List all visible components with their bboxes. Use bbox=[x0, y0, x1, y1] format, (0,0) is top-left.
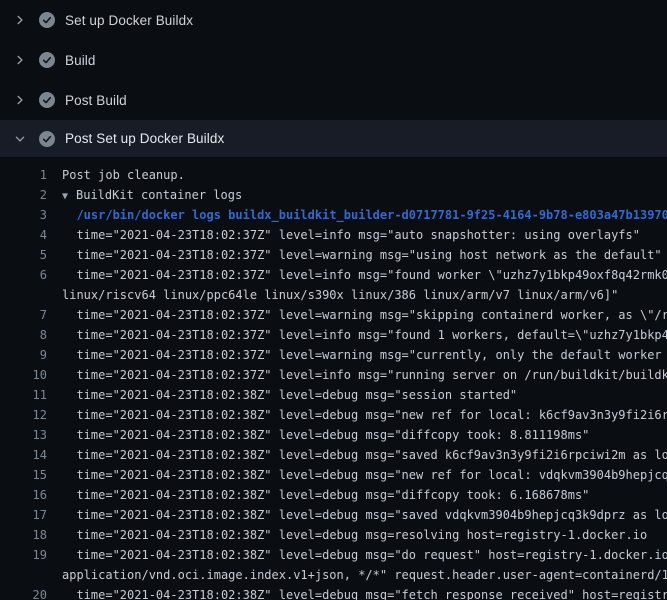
line-text: time="2021-04-23T18:02:38Z" level=debug … bbox=[62, 405, 667, 425]
chevron-icon[interactable] bbox=[12, 131, 28, 147]
log-line: 11 time="2021-04-23T18:02:38Z" level=deb… bbox=[0, 385, 667, 405]
step-row-build[interactable]: Build bbox=[0, 40, 667, 80]
log-line: 6 time="2021-04-23T18:02:37Z" level=info… bbox=[0, 265, 667, 285]
step-row-set-up-docker-buildx[interactable]: Set up Docker Buildx bbox=[0, 0, 667, 40]
line-number[interactable]: 15 bbox=[0, 465, 47, 485]
line-number[interactable]: 6 bbox=[0, 265, 47, 285]
step-label: Set up Docker Buildx bbox=[65, 13, 193, 28]
line-number[interactable]: 14 bbox=[0, 445, 47, 465]
line-text: time="2021-04-23T18:02:38Z" level=debug … bbox=[62, 445, 667, 465]
log-line: 20 time="2021-04-23T18:02:38Z" level=deb… bbox=[0, 585, 667, 600]
line-text: ▼BuildKit container logs bbox=[62, 185, 667, 205]
line-number[interactable]: 3 bbox=[0, 205, 47, 225]
log-line: 1 Post job cleanup. bbox=[0, 165, 667, 185]
chevron-icon[interactable] bbox=[12, 92, 28, 108]
check-circle-icon bbox=[39, 131, 55, 147]
line-text: Post job cleanup. bbox=[62, 165, 667, 185]
step-row-post-set-up-docker-buildx[interactable]: Post Set up Docker Buildx bbox=[0, 120, 667, 157]
log-line: 14 time="2021-04-23T18:02:38Z" level=deb… bbox=[0, 445, 667, 465]
line-number[interactable]: 16 bbox=[0, 485, 47, 505]
line-number[interactable]: 18 bbox=[0, 525, 47, 545]
log-line: 16 time="2021-04-23T18:02:38Z" level=deb… bbox=[0, 485, 667, 505]
line-number[interactable]: 11 bbox=[0, 385, 47, 405]
line-text: time="2021-04-23T18:02:38Z" level=debug … bbox=[62, 585, 667, 600]
line-text: time="2021-04-23T18:02:37Z" level=warnin… bbox=[62, 305, 667, 325]
log-line: linux/riscv64 linux/ppc64le linux/s390x … bbox=[0, 285, 667, 305]
line-number[interactable] bbox=[0, 565, 47, 585]
check-circle-icon bbox=[39, 52, 55, 68]
log-group-label: BuildKit container logs bbox=[76, 188, 242, 202]
line-number[interactable]: 17 bbox=[0, 505, 47, 525]
line-text: application/vnd.oci.image.index.v1+json,… bbox=[62, 565, 667, 585]
actions-log-viewer: Set up Docker Buildx Build bbox=[0, 0, 667, 600]
line-text: time="2021-04-23T18:02:38Z" level=debug … bbox=[62, 545, 667, 565]
log-line: 12 time="2021-04-23T18:02:38Z" level=deb… bbox=[0, 405, 667, 425]
log-line: 9 time="2021-04-23T18:02:37Z" level=warn… bbox=[0, 345, 667, 365]
line-text: time="2021-04-23T18:02:38Z" level=debug … bbox=[62, 505, 667, 525]
log-line: application/vnd.oci.image.index.v1+json,… bbox=[0, 565, 667, 585]
step-label: Post Build bbox=[65, 93, 127, 108]
chevron-icon[interactable] bbox=[12, 12, 28, 28]
line-number[interactable]: 9 bbox=[0, 345, 47, 365]
step-label: Build bbox=[65, 53, 96, 68]
line-number[interactable] bbox=[0, 285, 47, 305]
step-row-post-build[interactable]: Post Build bbox=[0, 80, 667, 120]
log-line: 4 time="2021-04-23T18:02:37Z" level=info… bbox=[0, 225, 667, 245]
line-number[interactable]: 4 bbox=[0, 225, 47, 245]
line-text: time="2021-04-23T18:02:37Z" level=warnin… bbox=[62, 345, 667, 365]
line-number[interactable]: 5 bbox=[0, 245, 47, 265]
line-number[interactable]: 13 bbox=[0, 425, 47, 445]
log-line: 15 time="2021-04-23T18:02:38Z" level=deb… bbox=[0, 465, 667, 485]
chevron-icon[interactable] bbox=[12, 52, 28, 68]
log-line: 13 time="2021-04-23T18:02:38Z" level=deb… bbox=[0, 425, 667, 445]
log-line: 3 /usr/bin/docker logs buildx_buildkit_b… bbox=[0, 205, 667, 225]
log-line: 5 time="2021-04-23T18:02:37Z" level=warn… bbox=[0, 245, 667, 265]
log-line: 2 ▼BuildKit container logs bbox=[0, 185, 667, 205]
step-label: Post Set up Docker Buildx bbox=[65, 131, 224, 146]
line-text: time="2021-04-23T18:02:37Z" level=info m… bbox=[62, 225, 667, 245]
line-text: /usr/bin/docker logs buildx_buildkit_bui… bbox=[62, 205, 667, 225]
line-number[interactable]: 7 bbox=[0, 305, 47, 325]
line-number[interactable]: 19 bbox=[0, 545, 47, 565]
line-text: time="2021-04-23T18:02:37Z" level=info m… bbox=[62, 265, 667, 285]
line-text: time="2021-04-23T18:02:38Z" level=debug … bbox=[62, 485, 667, 505]
line-number[interactable]: 2 bbox=[0, 185, 47, 205]
line-text: linux/riscv64 linux/ppc64le linux/s390x … bbox=[62, 285, 667, 305]
log-line: 7 time="2021-04-23T18:02:37Z" level=warn… bbox=[0, 305, 667, 325]
log-line: 19 time="2021-04-23T18:02:38Z" level=deb… bbox=[0, 545, 667, 565]
check-circle-icon bbox=[39, 92, 55, 108]
log-line: 18 time="2021-04-23T18:02:38Z" level=deb… bbox=[0, 525, 667, 545]
line-number[interactable]: 20 bbox=[0, 585, 47, 600]
log-line: 17 time="2021-04-23T18:02:38Z" level=deb… bbox=[0, 505, 667, 525]
log-panel: 1 Post job cleanup. 2 ▼BuildKit containe… bbox=[0, 157, 667, 600]
log-group-toggle-icon[interactable]: ▼ bbox=[62, 187, 76, 205]
line-number[interactable]: 8 bbox=[0, 325, 47, 345]
log-line: 10 time="2021-04-23T18:02:37Z" level=inf… bbox=[0, 365, 667, 385]
steps-list: Set up Docker Buildx Build bbox=[0, 0, 667, 157]
line-text: time="2021-04-23T18:02:37Z" level=warnin… bbox=[62, 245, 667, 265]
line-number[interactable]: 12 bbox=[0, 405, 47, 425]
log-line: 8 time="2021-04-23T18:02:37Z" level=info… bbox=[0, 325, 667, 345]
line-text: time="2021-04-23T18:02:38Z" level=debug … bbox=[62, 525, 667, 545]
line-text: time="2021-04-23T18:02:38Z" level=debug … bbox=[62, 385, 667, 405]
check-circle-icon bbox=[39, 12, 55, 28]
line-text: time="2021-04-23T18:02:37Z" level=info m… bbox=[62, 365, 667, 385]
line-text: time="2021-04-23T18:02:38Z" level=debug … bbox=[62, 465, 667, 485]
line-number[interactable]: 1 bbox=[0, 165, 47, 185]
line-number[interactable]: 10 bbox=[0, 365, 47, 385]
line-text: time="2021-04-23T18:02:37Z" level=info m… bbox=[62, 325, 667, 345]
line-text: time="2021-04-23T18:02:38Z" level=debug … bbox=[62, 425, 667, 445]
